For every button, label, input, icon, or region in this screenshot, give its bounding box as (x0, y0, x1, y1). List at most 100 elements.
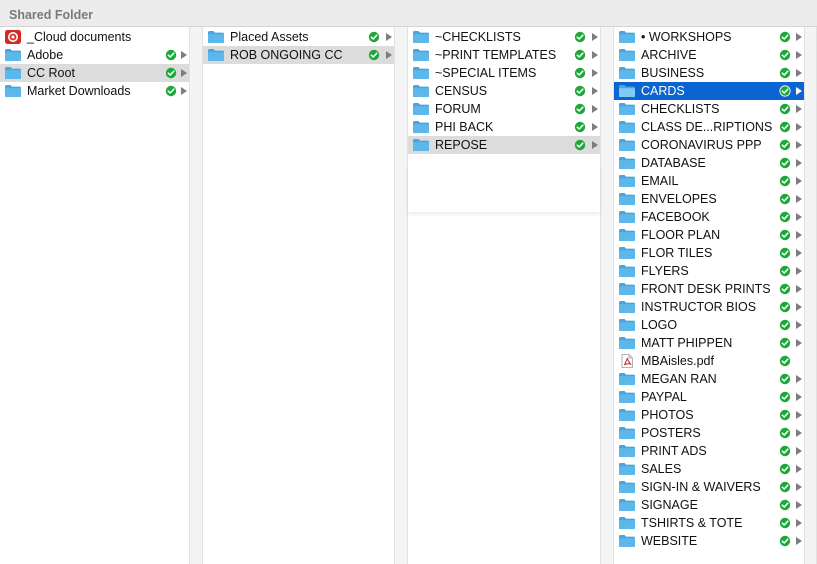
list-item[interactable]: SIGNAGE (614, 496, 804, 514)
list-item[interactable]: FORUM (408, 100, 600, 118)
item-label: CENSUS (435, 84, 488, 98)
list-item[interactable]: CENSUS (408, 82, 600, 100)
sync-status-icon (779, 229, 791, 241)
list-item[interactable]: CC Root (0, 64, 189, 82)
disclosure-arrow-icon (592, 51, 598, 59)
sync-status-icon (574, 85, 586, 97)
list-item[interactable]: ~SPECIAL ITEMS (408, 64, 600, 82)
list-item[interactable]: Placed Assets (203, 28, 394, 46)
folder-icon (619, 247, 635, 259)
list-item[interactable]: REPOSE (408, 136, 600, 154)
disclosure-arrow-icon (796, 393, 802, 401)
sync-status-icon (165, 49, 177, 61)
column-4[interactable]: • WORKSHOPS ARCHIVE BUSINESS CARDS CHECKLIST… (614, 27, 804, 564)
list-item[interactable]: DATABASE (614, 154, 804, 172)
disclosure-arrow-icon (796, 537, 802, 545)
sync-status-icon (574, 67, 586, 79)
sync-status-icon (165, 85, 177, 97)
list-item[interactable]: ENVELOPES (614, 190, 804, 208)
list-item[interactable]: FLOOR PLAN (614, 226, 804, 244)
list-item[interactable]: CLASS DE...RIPTIONS (614, 118, 804, 136)
list-item[interactable]: Adobe (0, 46, 189, 64)
column-1[interactable]: _Cloud documents Adobe CC Root Market Downl… (0, 27, 189, 564)
list-item[interactable]: TSHIRTS & TOTE (614, 514, 804, 532)
list-item[interactable]: CARDS (614, 82, 804, 100)
list-item[interactable]: ~PRINT TEMPLATES (408, 46, 600, 64)
list-item[interactable]: SIGN-IN & WAIVERS (614, 478, 804, 496)
item-label: FLYERS (641, 264, 689, 278)
list-item[interactable]: PHOTOS (614, 406, 804, 424)
folder-icon (619, 463, 635, 475)
folder-icon (5, 67, 21, 79)
sync-status-icon (779, 319, 791, 331)
list-item[interactable]: BUSINESS (614, 64, 804, 82)
disclosure-arrow-icon (796, 303, 802, 311)
list-item[interactable]: CORONAVIRUS PPP (614, 136, 804, 154)
disclosure-arrow-icon (181, 87, 187, 95)
list-item[interactable]: • WORKSHOPS (614, 28, 804, 46)
list-item[interactable]: FRONT DESK PRINTS (614, 280, 804, 298)
list-item[interactable]: PAYPAL (614, 388, 804, 406)
column-divider-1[interactable] (189, 27, 203, 564)
item-label: CORONAVIRUS PPP (641, 138, 762, 152)
sync-status-icon (165, 67, 177, 79)
sync-status-icon (779, 121, 791, 133)
list-item[interactable]: INSTRUCTOR BIOS (614, 298, 804, 316)
sync-status-icon (779, 247, 791, 259)
list-item[interactable]: WEBSITE (614, 532, 804, 550)
list-item[interactable]: FACEBOOK (614, 208, 804, 226)
folder-icon (619, 121, 635, 133)
folder-icon (5, 49, 21, 61)
disclosure-arrow-icon (796, 519, 802, 527)
disclosure-arrow-icon (796, 339, 802, 347)
disclosure-arrow-icon (796, 195, 802, 203)
list-item[interactable]: POSTERS (614, 424, 804, 442)
item-label: Adobe (27, 48, 64, 62)
sync-status-icon (368, 31, 380, 43)
list-item[interactable]: FLYERS (614, 262, 804, 280)
list-item[interactable]: CHECKLISTS (614, 100, 804, 118)
list-item[interactable]: Market Downloads (0, 82, 189, 100)
list-item[interactable]: ~CHECKLISTS (408, 28, 600, 46)
column-divider-4[interactable] (804, 27, 817, 564)
list-item[interactable]: LOGO (614, 316, 804, 334)
item-label: CARDS (641, 84, 685, 98)
list-item[interactable]: MEGAN RAN (614, 370, 804, 388)
list-item[interactable]: _Cloud documents (0, 28, 189, 46)
sync-status-icon (779, 103, 791, 115)
list-item[interactable]: EMAIL (614, 172, 804, 190)
list-item[interactable]: MATT PHIPPEN (614, 334, 804, 352)
item-label: ROB ONGOING CC (230, 48, 343, 62)
list-item[interactable]: ARCHIVE (614, 46, 804, 64)
sync-status-icon (779, 373, 791, 385)
column-3[interactable]: ~CHECKLISTS ~PRINT TEMPLATES ~SPECIAL ITEM… (408, 27, 600, 564)
folder-icon (619, 391, 635, 403)
list-item[interactable]: PHI BACK (408, 118, 600, 136)
window-header: Shared Folder (0, 0, 817, 27)
disclosure-arrow-icon (796, 177, 802, 185)
disclosure-arrow-icon (796, 33, 802, 41)
disclosure-arrow-icon (796, 141, 802, 149)
item-label: DATABASE (641, 156, 706, 170)
list-item[interactable]: FLOR TILES (614, 244, 804, 262)
item-label: SIGNAGE (641, 498, 698, 512)
disclosure-arrow-icon (796, 123, 802, 131)
sync-status-icon (779, 499, 791, 511)
sync-status-icon (779, 427, 791, 439)
column-divider-2[interactable] (394, 27, 408, 564)
folder-icon (619, 445, 635, 457)
sync-status-icon (779, 355, 791, 367)
list-item[interactable]: ROB ONGOING CC (203, 46, 394, 64)
sync-status-icon (779, 535, 791, 547)
item-label: SALES (641, 462, 682, 476)
list-item[interactable]: MBAisles.pdf (614, 352, 804, 370)
sync-status-icon (779, 517, 791, 529)
disclosure-arrow-icon (796, 447, 802, 455)
disclosure-arrow-icon (796, 321, 802, 329)
sync-status-icon (779, 301, 791, 313)
item-label: LOGO (641, 318, 678, 332)
column-2[interactable]: Placed Assets ROB ONGOING CC (203, 27, 394, 564)
list-item[interactable]: SALES (614, 460, 804, 478)
list-item[interactable]: PRINT ADS (614, 442, 804, 460)
column-divider-3[interactable] (600, 27, 614, 564)
